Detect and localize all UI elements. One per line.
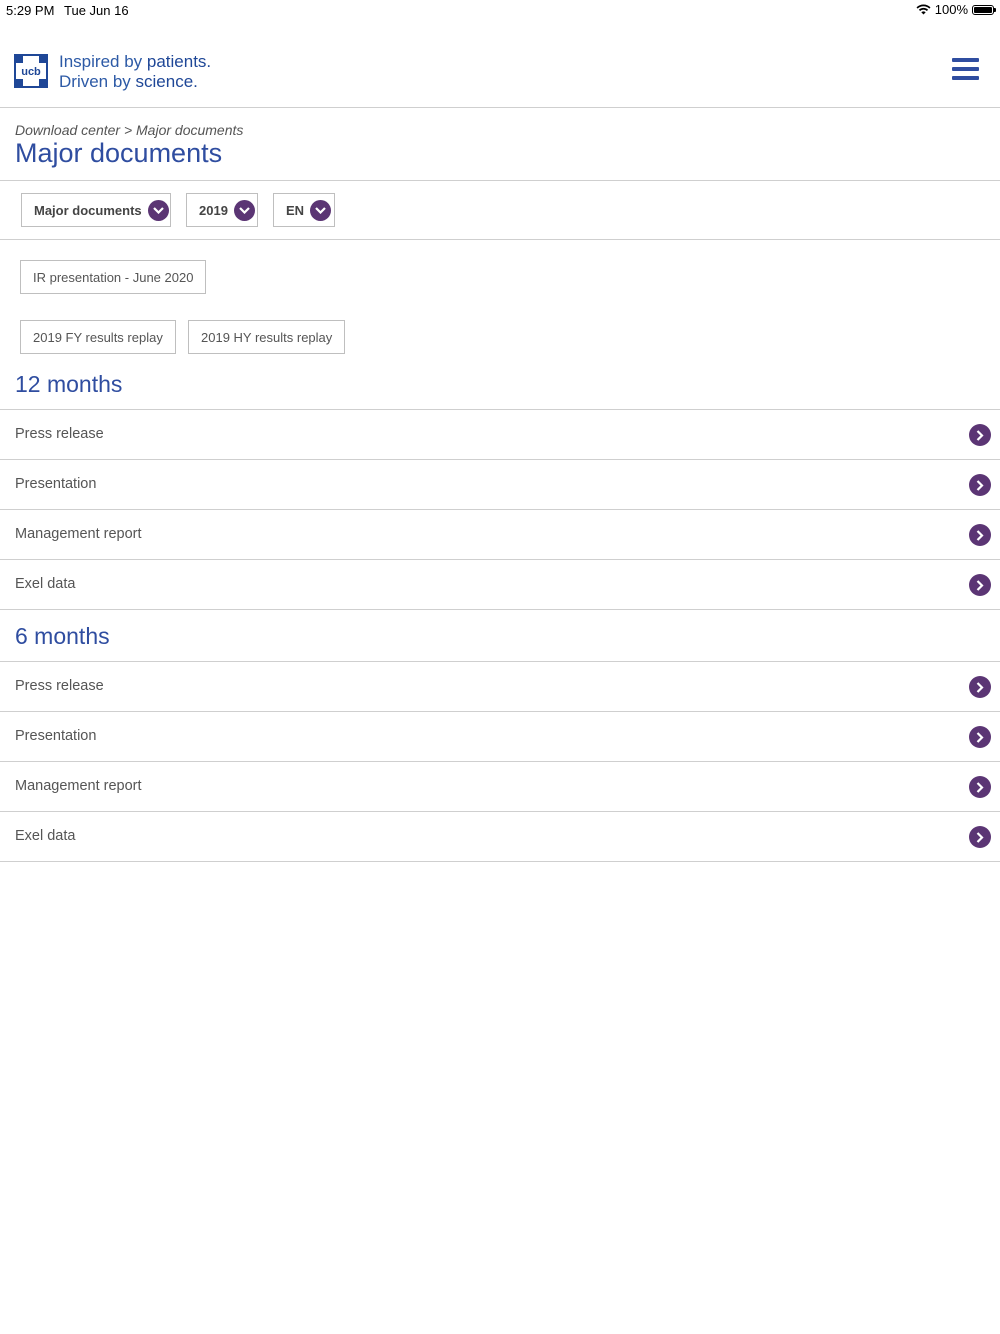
list-item[interactable]: Presentation [0, 460, 1000, 510]
list-item[interactable]: Press release [0, 662, 1000, 712]
site-header: ucb Inspired by patients. Driven by scie… [0, 22, 1000, 108]
filter-bar: Major documents 2019 EN [0, 181, 1000, 240]
battery-icon [972, 4, 996, 15]
status-date: Tue Jun 16 [64, 3, 129, 18]
list-item-label: Management report [15, 778, 142, 794]
year-select[interactable]: 2019 [186, 193, 258, 227]
year-select-value: 2019 [199, 202, 228, 218]
tagline: Inspired by patients. Driven by science. [59, 52, 211, 92]
chevron-down-icon [147, 199, 169, 221]
tagline-line-1: Inspired by patients. [59, 52, 212, 71]
hamburger-menu-icon[interactable] [952, 58, 979, 80]
status-time: 5:29 PM [6, 3, 55, 18]
status-bar: 5:29 PM Tue Jun 16 100% [0, 0, 1000, 22]
chevron-right-icon [969, 676, 991, 698]
chevron-right-icon [969, 726, 991, 748]
breadcrumb[interactable]: Download center > Major documents [15, 122, 243, 138]
list-item-label: Press release [15, 426, 104, 442]
section-title-12-months: 12 months [15, 371, 123, 397]
list-item-label: Exel data [15, 828, 76, 844]
language-select-value: EN [286, 202, 305, 218]
category-select[interactable]: Major documents [21, 193, 171, 227]
list-item[interactable]: Presentation [0, 712, 1000, 762]
category-select-value: Major documents [34, 202, 142, 218]
chevron-right-icon [969, 524, 991, 546]
page-title: Major documents [15, 138, 223, 168]
list-item[interactable]: Press release [0, 410, 1000, 460]
chevron-right-icon [969, 776, 991, 798]
list-item-label: Management report [15, 526, 142, 542]
section-title-6-months: 6 months [15, 623, 110, 649]
list-item-label: Exel data [15, 576, 76, 592]
chevron-right-icon [969, 424, 991, 446]
ucb-logo[interactable]: ucb [14, 54, 48, 88]
battery-percent: 100% [934, 2, 968, 17]
chevron-right-icon [969, 826, 991, 848]
chevron-right-icon [969, 574, 991, 596]
chip-hy-results-replay[interactable]: 2019 HY results replay [188, 320, 346, 354]
chevron-down-icon [310, 199, 332, 221]
list-item-label: Press release [15, 678, 104, 694]
chip-ir-presentation[interactable]: IR presentation - June 2020 [20, 260, 207, 294]
status-right: 100% [916, 2, 996, 17]
chip-fy-results-replay[interactable]: 2019 FY results replay [20, 320, 176, 354]
chevron-right-icon [969, 474, 991, 496]
list-item[interactable]: Management report [0, 762, 1000, 812]
language-select[interactable]: EN [273, 193, 335, 227]
list-item-label: Presentation [15, 728, 97, 744]
list-item-label: Presentation [15, 476, 97, 492]
list-item[interactable]: Exel data [0, 812, 1000, 862]
logo-text: ucb [21, 66, 41, 78]
title-block: Download center > Major documents Major … [0, 108, 1000, 181]
wifi-icon [916, 4, 931, 15]
chevron-down-icon [233, 199, 255, 221]
list-item[interactable]: Management report [0, 510, 1000, 560]
list-item[interactable]: Exel data [0, 560, 1000, 610]
tagline-line-2: Driven by science. [59, 72, 198, 91]
